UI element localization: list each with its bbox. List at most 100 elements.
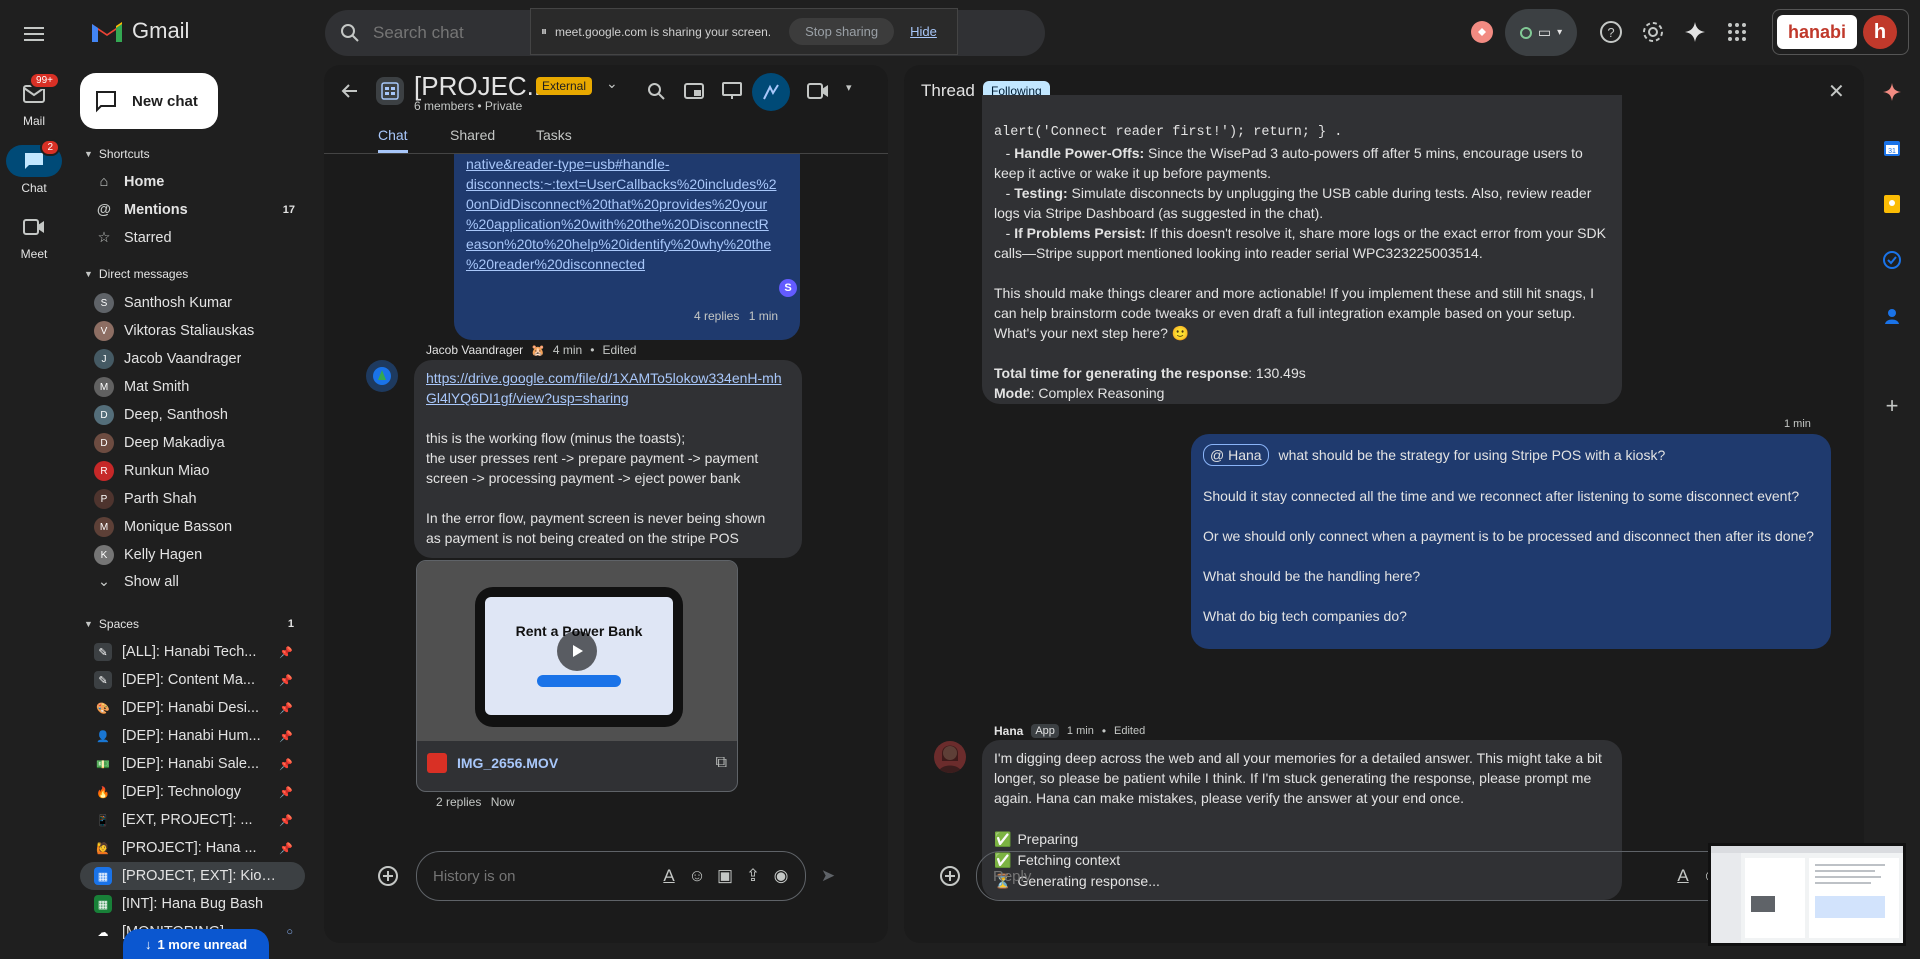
add-attachment-icon[interactable]: [936, 862, 964, 890]
stripe-docs-link[interactable]: native&reader-type=usb#handle-disconnect…: [466, 154, 788, 274]
space-item[interactable]: ▦ [INT]: Hana Bug Bash: [80, 890, 305, 918]
dm-item[interactable]: S Santhosh Kumar: [80, 289, 305, 317]
dm-header[interactable]: ▼ Direct messages: [84, 267, 188, 281]
new-chat-button[interactable]: New chat: [80, 73, 218, 129]
members-count[interactable]: 6 members: [414, 99, 474, 113]
main-menu-icon[interactable]: [18, 18, 50, 50]
emoji-icon[interactable]: ☺: [683, 862, 711, 890]
account-switcher[interactable]: hanabi h: [1772, 9, 1909, 55]
message-input[interactable]: [433, 867, 655, 885]
tasks-icon[interactable]: [1880, 248, 1904, 272]
mention-chip[interactable]: @ Hana: [1203, 444, 1269, 466]
space-item[interactable]: 📱 [EXT, PROJECT]: ... 📌: [80, 806, 305, 834]
space-item[interactable]: 🙋 [PROJECT]: Hana ... 📌: [80, 834, 305, 862]
dm-item[interactable]: K Kelly Hagen: [80, 541, 305, 569]
gmail-logo[interactable]: Gmail: [90, 18, 189, 44]
spaces-header[interactable]: ▼ Spaces 1: [84, 617, 294, 631]
format-text-icon[interactable]: A: [655, 862, 683, 890]
pin-icon[interactable]: 📌: [279, 646, 305, 659]
gemini-sparkle-icon[interactable]: [1679, 16, 1711, 48]
pin-icon[interactable]: 📌: [279, 730, 305, 743]
rail-meet[interactable]: Meet: [0, 211, 68, 261]
dm-item[interactable]: R Runkun Miao: [80, 457, 305, 485]
stop-sharing-button[interactable]: Stop sharing: [789, 18, 895, 45]
space-item[interactable]: ✎ [DEP]: Content Ma... 📌: [80, 666, 305, 694]
dm-item[interactable]: V Viktoras Staliauskas: [80, 317, 305, 345]
active-tool-icon[interactable]: [752, 73, 790, 111]
space-item[interactable]: 👤 [DEP]: Hanabi Hum... 📌: [80, 722, 305, 750]
pin-icon[interactable]: 📌: [279, 842, 305, 855]
tab-chat[interactable]: Chat: [378, 127, 408, 153]
tab-shared[interactable]: Shared: [450, 127, 495, 153]
space-item[interactable]: 💵 [DEP]: Hanabi Sale... 📌: [80, 750, 305, 778]
thread-replies-1[interactable]: 4 replies 1 min: [694, 309, 778, 323]
video-thumbnail[interactable]: Rent a Power Bank: [417, 561, 737, 741]
space-item[interactable]: 🎨 [DEP]: Hanabi Desi... 📌: [80, 694, 305, 722]
shortcut-home[interactable]: ⌂ Home: [80, 168, 305, 196]
search-input[interactable]: [373, 23, 523, 43]
video-attachment[interactable]: Rent a Power Bank IMG_2656.MOV ⧉: [416, 560, 738, 792]
send-icon[interactable]: ➤: [814, 862, 842, 890]
format-text-icon[interactable]: A: [1669, 862, 1697, 890]
show-all-dms[interactable]: ⌄ Show all: [80, 568, 305, 596]
reply-input[interactable]: [993, 867, 1669, 885]
hana-avatar[interactable]: [934, 741, 966, 773]
screen-share-preview[interactable]: [1708, 843, 1906, 946]
status-toggle[interactable]: ▭ ▾: [1505, 9, 1577, 56]
dm-item[interactable]: M Monique Basson: [80, 513, 305, 541]
calendar-icon[interactable]: 31: [1880, 136, 1904, 160]
copy-icon[interactable]: ⧉: [716, 754, 727, 772]
apps-grid-icon[interactable]: [1721, 16, 1753, 48]
shortcut-mentions[interactable]: @ Mentions 17: [80, 196, 305, 224]
pin-icon[interactable]: 📌: [279, 758, 305, 771]
reply-composer[interactable]: A ☺ ▣: [976, 851, 1766, 901]
play-button[interactable]: [557, 631, 597, 671]
contacts-icon[interactable]: [1880, 304, 1904, 328]
dm-item[interactable]: J Jacob Vaandrager: [80, 345, 305, 373]
back-arrow-icon[interactable]: [340, 81, 360, 101]
meet-video-icon[interactable]: [804, 77, 832, 105]
avatar[interactable]: [366, 360, 398, 392]
help-icon[interactable]: ?: [1595, 16, 1627, 48]
present-screen-icon[interactable]: [718, 77, 746, 105]
meet-active-icon[interactable]: [1466, 16, 1498, 48]
dm-item[interactable]: D Deep Makadiya: [80, 429, 305, 457]
gif-icon[interactable]: ▣: [711, 862, 739, 890]
dm-item[interactable]: M Mat Smith: [80, 373, 305, 401]
space-title[interactable]: [PROJEC...: [414, 71, 548, 102]
pin-icon[interactable]: 📌: [279, 814, 305, 827]
add-addon-icon[interactable]: +: [1880, 393, 1904, 418]
thread-replies-2[interactable]: 2 replies Now: [436, 795, 515, 809]
chevron-down-icon[interactable]: ⌄: [606, 75, 618, 92]
shortcut-starred[interactable]: ☆ Starred: [80, 224, 305, 252]
space-item[interactable]: ✎ [ALL]: Hanabi Tech... 📌: [80, 638, 305, 666]
author-name[interactable]: Jacob Vaandrager: [426, 343, 523, 357]
settings-gear-icon[interactable]: [1637, 16, 1669, 48]
search-icon[interactable]: [642, 77, 670, 105]
picture-in-picture-icon[interactable]: [680, 77, 708, 105]
chevron-down-icon[interactable]: ▾: [846, 81, 852, 94]
author-name[interactable]: Hana: [994, 724, 1023, 738]
pin-icon[interactable]: 📌: [279, 786, 305, 799]
gemini-icon[interactable]: [1880, 80, 1904, 104]
more-unread-button[interactable]: ↓ 1 more unread: [123, 929, 269, 959]
dm-item[interactable]: P Parth Shah: [80, 485, 305, 513]
message-composer[interactable]: A ☺ ▣ ⇪ ◉: [416, 851, 806, 901]
hide-banner-link[interactable]: Hide: [910, 24, 937, 39]
record-icon[interactable]: ◉: [767, 862, 795, 890]
dm-item[interactable]: D Deep, Santhosh: [80, 401, 305, 429]
pin-icon[interactable]: 📌: [279, 702, 305, 715]
rail-mail[interactable]: 99+ Mail: [0, 72, 68, 128]
keep-icon[interactable]: [1880, 192, 1904, 216]
tab-tasks[interactable]: Tasks: [536, 127, 572, 153]
space-item[interactable]: ▦ [PROJECT, EXT]: Kiosk...: [80, 862, 305, 890]
space-item[interactable]: 🔥 [DEP]: Technology 📌: [80, 778, 305, 806]
pin-icon[interactable]: 📌: [279, 674, 305, 687]
shortcuts-header[interactable]: ▼ Shortcuts: [84, 147, 150, 161]
drive-link[interactable]: https://drive.google.com/file/d/1XAMTo5l…: [426, 368, 790, 408]
upload-icon[interactable]: ⇪: [739, 862, 767, 890]
rail-chat[interactable]: 2 Chat: [0, 139, 68, 195]
file-name[interactable]: IMG_2656.MOV: [457, 755, 558, 771]
add-attachment-icon[interactable]: [374, 862, 402, 890]
close-icon[interactable]: ✕: [1828, 79, 1845, 104]
